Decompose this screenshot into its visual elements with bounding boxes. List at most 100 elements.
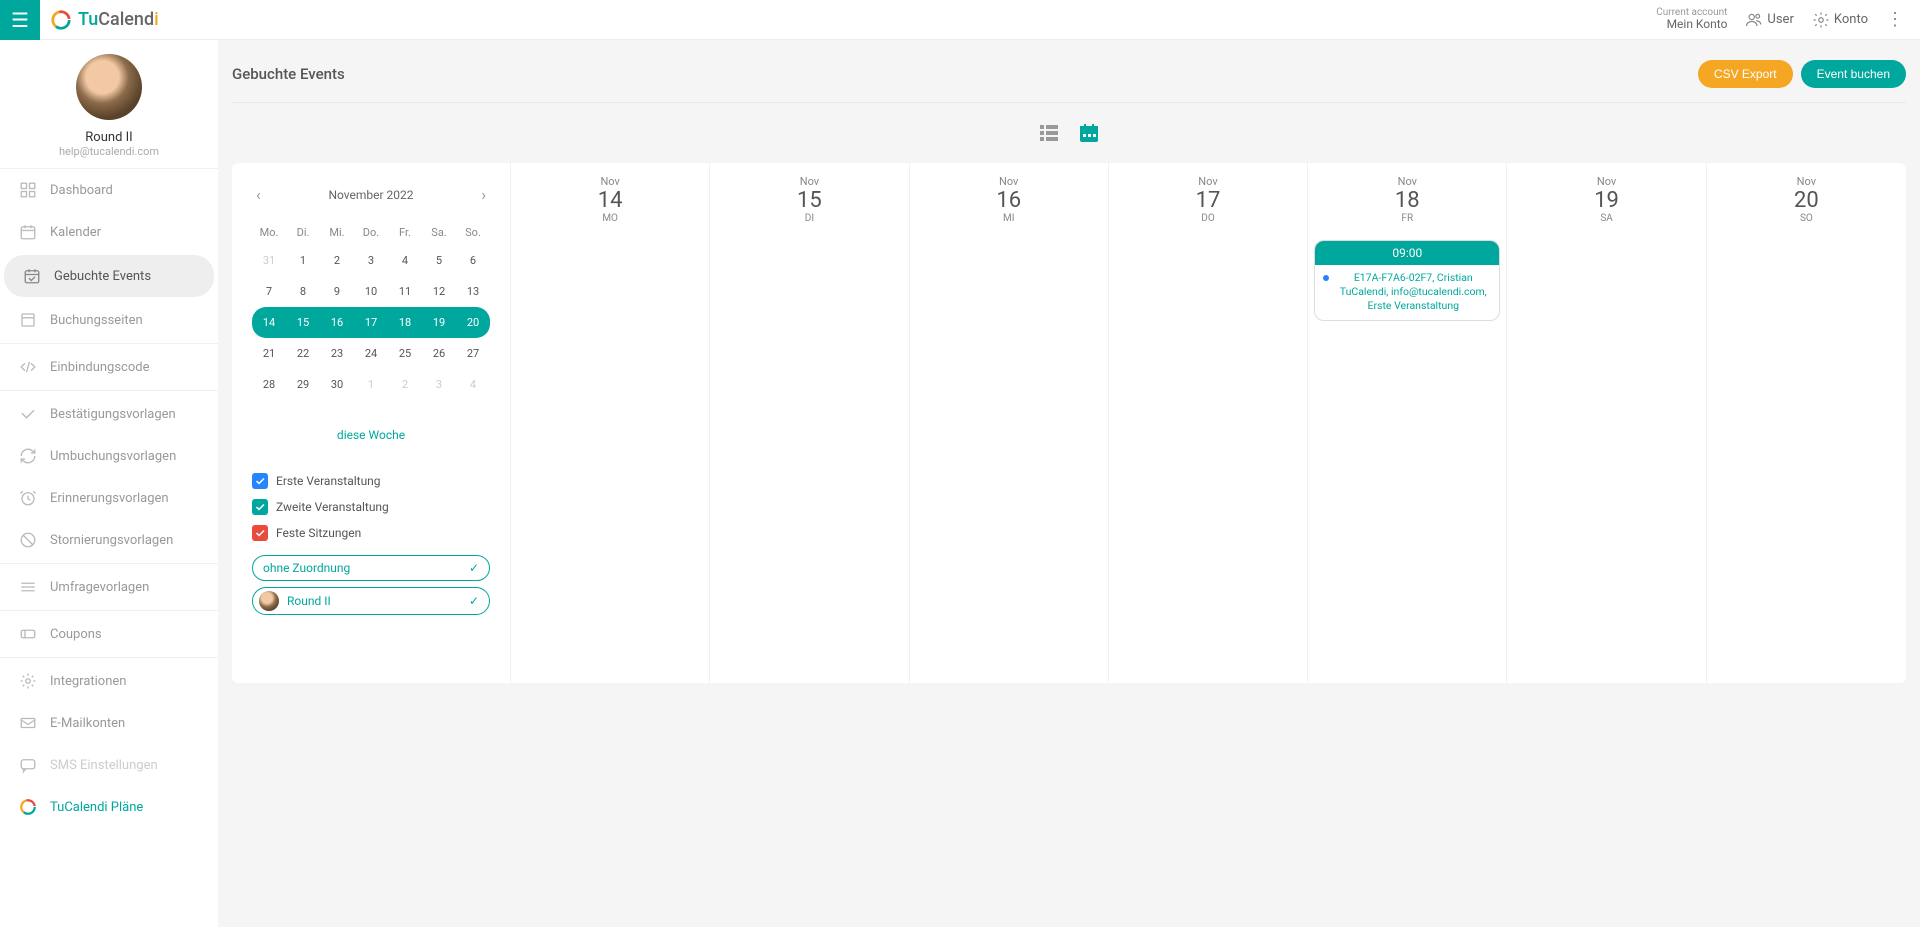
avatar (259, 591, 279, 611)
calendar-day[interactable]: 25 (388, 338, 422, 369)
calendar-day[interactable]: 26 (422, 338, 456, 369)
day-column: Nov15DI (710, 163, 909, 683)
calendar-view-button[interactable] (1077, 121, 1101, 149)
calendar-day[interactable]: 12 (422, 276, 456, 307)
day-body (1707, 232, 1906, 248)
nav-einbindungscode[interactable]: Einbindungscode (0, 346, 218, 388)
calendar-day[interactable]: 20 (456, 307, 490, 338)
view-toggle (232, 113, 1906, 163)
calendar-day[interactable]: 18 (388, 307, 422, 338)
prev-month-button[interactable]: ‹ (252, 181, 265, 208)
user-link[interactable]: User (1745, 11, 1793, 29)
nav-sms[interactable]: SMS Einstellungen (0, 744, 218, 786)
nav-buchungsseiten[interactable]: Buchungsseiten (0, 299, 218, 341)
calendar-day[interactable]: 3 (422, 369, 456, 400)
calendar-day[interactable]: 19 (422, 307, 456, 338)
list-icon (1037, 121, 1061, 145)
nav-umbuchungsvorlagen[interactable]: Umbuchungsvorlagen (0, 435, 218, 477)
hamburger-icon: ☰ (11, 8, 29, 32)
nav-bestaetigungsvorlagen[interactable]: Bestätigungsvorlagen (0, 393, 218, 435)
calendar-day[interactable]: 4 (388, 245, 422, 276)
calendar-day[interactable]: 2 (388, 369, 422, 400)
filter-round2[interactable]: Round II✓ (252, 587, 490, 615)
dashboard-icon (18, 180, 38, 200)
reschedule-icon (18, 446, 38, 466)
calendar-day[interactable]: 23 (320, 338, 354, 369)
calendar-day[interactable]: 1 (354, 369, 388, 400)
calendar-day[interactable]: 27 (456, 338, 490, 369)
calendar-day[interactable]: 22 (286, 338, 320, 369)
event-buchen-button[interactable]: Event buchen (1801, 60, 1906, 88)
page-header: Gebuchte Events CSV Export Event buchen (232, 50, 1906, 103)
calendar-day[interactable]: 13 (456, 276, 490, 307)
next-month-button[interactable]: › (477, 181, 490, 208)
nav-integrationen[interactable]: Integrationen (0, 660, 218, 702)
calendar-day[interactable]: 2 (320, 245, 354, 276)
day-column: Nov16MI (910, 163, 1109, 683)
day-column: Nov20SO (1707, 163, 1906, 683)
event-card[interactable]: 09:00E17A-F7A6-02F7, Cristian TuCalendi,… (1314, 240, 1500, 321)
sidebar: Round II help@tucalendi.com Dashboard Ka… (0, 40, 218, 927)
calendar-day[interactable]: 4 (456, 369, 490, 400)
more-menu-button[interactable]: ⋮ (1886, 9, 1904, 30)
calendar-day[interactable]: 28 (252, 369, 286, 400)
current-account[interactable]: Current account Mein Konto (1656, 7, 1727, 31)
calendar-day[interactable]: 30 (320, 369, 354, 400)
day-body (1109, 232, 1307, 248)
event-description: E17A-F7A6-02F7, Cristian TuCalendi, info… (1335, 271, 1491, 314)
day-header: Nov17DO (1109, 163, 1307, 232)
content-card: ‹ November 2022 › Mo.Di.Mi.Do.Fr.Sa.So.3… (232, 163, 1906, 683)
filter-second-event[interactable]: Zweite Veranstaltung (252, 499, 490, 515)
calendar-day[interactable]: 14 (252, 307, 286, 338)
calendar-day[interactable]: 7 (252, 276, 286, 307)
calendar-day[interactable]: 21 (252, 338, 286, 369)
day-body: 09:00E17A-F7A6-02F7, Cristian TuCalendi,… (1308, 232, 1506, 329)
day-body (511, 232, 709, 248)
checkbox-icon (252, 499, 268, 515)
nav-coupons[interactable]: Coupons (0, 613, 218, 655)
list-view-button[interactable] (1037, 121, 1061, 149)
nav-umfragevorlagen[interactable]: Umfragevorlagen (0, 566, 218, 608)
topbar: ☰ TuCalendi Current account Mein Konto U… (0, 0, 1920, 40)
calendar-day[interactable]: 10 (354, 276, 388, 307)
page-title: Gebuchte Events (232, 65, 345, 83)
filter-first-event[interactable]: Erste Veranstaltung (252, 473, 490, 489)
profile-name: Round II (0, 130, 218, 145)
filter-unassigned[interactable]: ohne Zuordnung✓ (252, 555, 490, 581)
day-header: Nov15DI (710, 163, 908, 232)
calendar-day[interactable]: 31 (252, 245, 286, 276)
calendar-day[interactable]: 1 (286, 245, 320, 276)
calendar-day[interactable]: 9 (320, 276, 354, 307)
calendar-day[interactable]: 17 (354, 307, 388, 338)
calendar-day[interactable]: 6 (456, 245, 490, 276)
calendar-day[interactable]: 29 (286, 369, 320, 400)
filter-fixed-sessions[interactable]: Feste Sitzungen (252, 525, 490, 541)
nav-emailkonten[interactable]: E-Mailkonten (0, 702, 218, 744)
checkbox-icon (252, 525, 268, 541)
calendar-day[interactable]: 5 (422, 245, 456, 276)
calendar-day[interactable]: 3 (354, 245, 388, 276)
nav-plans[interactable]: TuCalendi Pläne (0, 786, 218, 828)
nav-dashboard[interactable]: Dashboard (0, 169, 218, 211)
konto-link[interactable]: Konto (1812, 11, 1868, 29)
csv-export-button[interactable]: CSV Export (1698, 60, 1793, 88)
calendar-day[interactable]: 24 (354, 338, 388, 369)
nav-stornierungsvorlagen[interactable]: Stornierungsvorlagen (0, 519, 218, 561)
calendar-day[interactable]: 15 (286, 307, 320, 338)
nav-erinnerungsvorlagen[interactable]: Erinnerungsvorlagen (0, 477, 218, 519)
day-header: Nov14MO (511, 163, 709, 232)
nav-gebuchte-events[interactable]: Gebuchte Events (4, 255, 214, 297)
calendar-day[interactable]: 8 (286, 276, 320, 307)
this-week-link[interactable]: diese Woche (337, 428, 405, 442)
profile-email: help@tucalendi.com (0, 145, 218, 158)
calendar-day[interactable]: 16 (320, 307, 354, 338)
check-icon: ✓ (469, 561, 479, 575)
day-column: Nov18FR09:00E17A-F7A6-02F7, Cristian TuC… (1308, 163, 1507, 683)
month-label: November 2022 (328, 188, 413, 202)
nav-kalender[interactable]: Kalender (0, 211, 218, 253)
calendar-dow: Mo. (252, 220, 286, 245)
hamburger-menu-button[interactable]: ☰ (0, 0, 40, 40)
calendar-day[interactable]: 11 (388, 276, 422, 307)
brand-logo[interactable]: TuCalendi (40, 9, 159, 31)
integrations-icon (18, 671, 38, 691)
